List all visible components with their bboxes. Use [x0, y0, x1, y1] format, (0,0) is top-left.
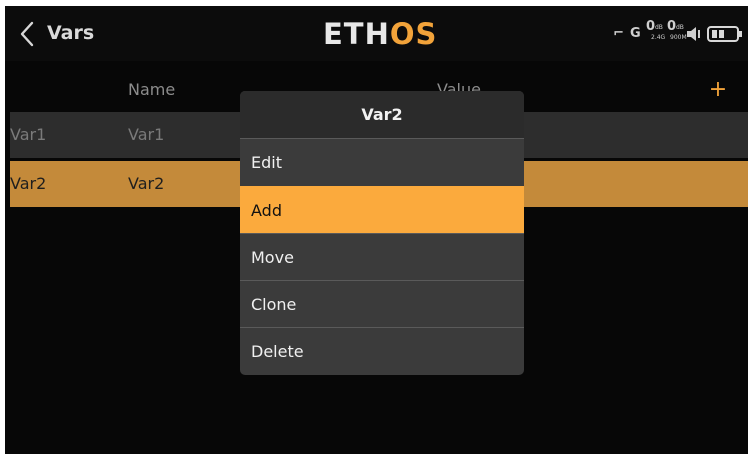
speaker-icon[interactable]: [685, 26, 703, 42]
menu-item-clone[interactable]: Clone: [240, 280, 524, 327]
menu-item-edit[interactable]: Edit: [240, 138, 524, 185]
logo-text-accent: OS: [389, 17, 438, 51]
row-id: Var1: [10, 125, 47, 144]
back-button[interactable]: [15, 20, 41, 48]
rx1-unit: dB: [655, 24, 663, 31]
menu-item-delete[interactable]: Delete: [240, 327, 524, 374]
add-var-button[interactable]: +: [704, 76, 732, 104]
row-name: Var1: [128, 125, 165, 144]
row-name: Var2: [128, 174, 165, 193]
context-menu: Var2 Edit Add Move Clone Delete: [240, 91, 524, 375]
battery-icon: [707, 26, 742, 42]
context-menu-title: Var2: [240, 91, 524, 138]
gps-icon: G: [630, 26, 641, 41]
rx2-unit: dB: [676, 24, 684, 31]
trainer-icon: ⌐: [613, 26, 624, 41]
header-bar: Vars ETHOS ⌐ G 0 dB 2.4G 0 dB 900M: [5, 6, 748, 61]
rx1-band: 2.4G: [651, 34, 666, 41]
row-id: Var2: [10, 174, 47, 193]
rx1-signal-value: 0: [646, 19, 656, 34]
chevron-left-icon: [20, 21, 34, 47]
column-header-name: Name: [128, 80, 176, 99]
rx2-signal-value: 0: [667, 19, 677, 34]
page-title: Vars: [47, 22, 95, 44]
ethos-logo: ETHOS: [323, 18, 437, 50]
menu-item-move[interactable]: Move: [240, 233, 524, 280]
logo-text-main: ETH: [323, 17, 390, 51]
menu-item-add[interactable]: Add: [240, 186, 524, 233]
radio-screen: Vars ETHOS ⌐ G 0 dB 2.4G 0 dB 900M Name …: [5, 6, 748, 454]
